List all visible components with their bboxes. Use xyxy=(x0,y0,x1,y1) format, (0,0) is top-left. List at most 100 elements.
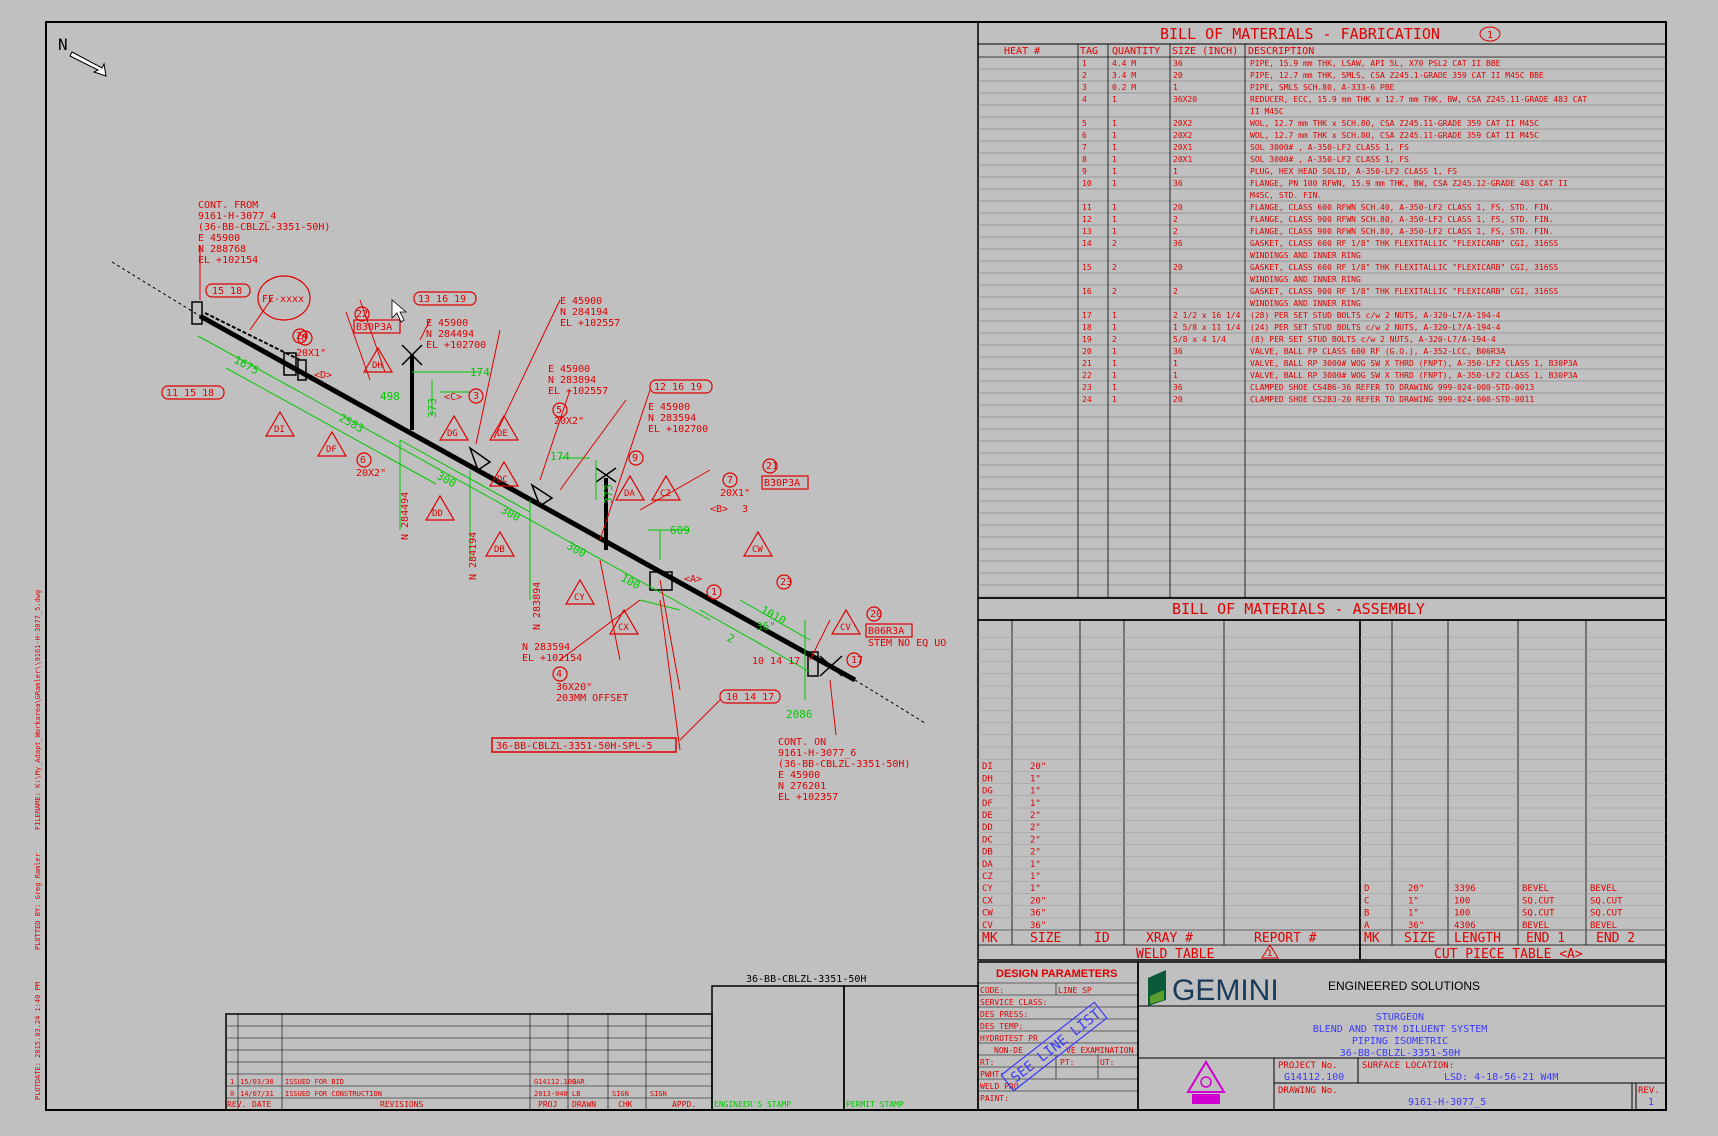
bom-fab-row: WINDINGS AND INNER RING xyxy=(1250,275,1361,284)
bubble-1: 1 xyxy=(711,587,717,598)
bom-fab-cell: 20 xyxy=(1173,71,1183,80)
svg-text:E 45900: E 45900 xyxy=(560,296,602,307)
bom-fab-cell: (28) PER SET STUD BOLTS c/w 2 NUTS, A-32… xyxy=(1250,311,1501,320)
cut-cell: 20" xyxy=(1408,884,1424,894)
bom-fab-cell: 36 xyxy=(1173,239,1183,248)
cut-cell: SQ.CUT xyxy=(1522,896,1555,906)
svg-text:E 45900: E 45900 xyxy=(426,318,468,329)
bom-fab-cell: 12 xyxy=(1082,215,1092,224)
bubble-4: 4 xyxy=(556,669,562,680)
svg-text:N 283594: N 283594 xyxy=(522,642,570,653)
bom-fab-cell: 1 xyxy=(1112,371,1117,380)
dim-609: 609 xyxy=(670,524,690,537)
bom-fab-cell: 4 xyxy=(1082,95,1087,104)
rev-label: REV. xyxy=(1638,1086,1660,1096)
bom-asm-title: BILL OF MATERIALS - ASSEMBLY xyxy=(1172,600,1425,618)
dim-300-c: 300 xyxy=(565,539,589,560)
drawing-no: 9161-H-3077_5 xyxy=(1408,1097,1486,1108)
weld-col-size: SIZE xyxy=(1030,931,1061,946)
bom-fab-cell: 7 xyxy=(1082,143,1087,152)
svg-text:EL +102700: EL +102700 xyxy=(648,424,708,435)
dim-2086: 2086 xyxy=(786,708,813,721)
cut-piece-table: D 20" 3396 BEVEL BEVEL C 1" 100 SQ.CUT SQ.CUT B 1" 1… xyxy=(1359,619,1667,962)
bom-fab-cell: 2 xyxy=(1112,287,1117,296)
bom-fab-row: WINDINGS AND INNER RING xyxy=(1250,251,1361,260)
spool-d: <D> xyxy=(314,370,332,381)
bom-fab-cell: 1 xyxy=(1112,395,1117,404)
revision-row: 0 14/07/31 ISSUED FOR CONSTRUCTION 2013-040… xyxy=(230,1090,667,1098)
cut-cell: 36" xyxy=(1408,921,1424,931)
cut-cell: 100 xyxy=(1454,909,1470,919)
bom-fab-cell: 2 1/2 x 16 1/4 xyxy=(1173,311,1241,320)
cont-on-block: CONT. ON 9161-H-3077_6 (36-BB-CBLZL-3351… xyxy=(778,737,910,803)
bubble-20: 20 xyxy=(870,609,882,620)
bom-fab-cell: PIPE, 15.9 mm THK, LSAW, API 5L, X70 PSL… xyxy=(1250,59,1501,68)
bom-fab-cell: 15 xyxy=(1082,263,1092,272)
client-logo-icon xyxy=(1186,1060,1226,1104)
bom-fab-cell: PIPE, 12.7 mm THK, SMLS, CSA Z245.1-GRAD… xyxy=(1250,71,1544,80)
svg-text:N 283594: N 283594 xyxy=(648,413,696,424)
cut-cell: 100 xyxy=(1454,896,1470,906)
field-pwht: PWHT: xyxy=(980,1070,1004,1079)
field-non-de: NON-DE xyxy=(994,1046,1023,1055)
bom-fab-row: 10 1 36 FLANGE, PN 100 RFWN, 15.9 mm THK, B… xyxy=(1082,179,1568,188)
revision-row: 1 15/03/30 ISSUED FOR BID G14112.100GAR xyxy=(230,1078,585,1086)
valve-b06r3a: B06R3A xyxy=(868,626,904,637)
bom-fab-row: II M45C xyxy=(1250,107,1284,116)
weld-mk: DD xyxy=(982,823,993,833)
spool-c: <C> xyxy=(444,392,462,403)
weld-row: DA 1" xyxy=(982,860,1041,870)
bom-fab-cell: 17 xyxy=(1082,311,1092,320)
bom-fab-cell: WINDINGS AND INNER RING xyxy=(1250,299,1361,308)
bubble-23: 23 xyxy=(780,577,792,588)
dim-300-b: 300 xyxy=(499,503,523,524)
bom-fab-row: 1 4.4 M 36 PIPE, 15.9 mm THK, LSAW, API 5L,… xyxy=(1082,59,1501,68)
bom-fab-cell: 36 xyxy=(1173,347,1183,356)
n-label-3: N 283894 xyxy=(532,582,543,630)
col-description: DESCRIPTION xyxy=(1248,46,1314,57)
field-code: CODE: xyxy=(980,986,1004,995)
bom-fab-cell: 1 xyxy=(1112,359,1117,368)
bom-fab-cell: (8) PER SET STUD BOLTS c/w 2 NUTS, A-320… xyxy=(1250,335,1496,344)
filename-text: FILENAME: K:\My_Adapt_Workarea\GRamler\\… xyxy=(34,590,42,830)
title-line-1: STURGEON xyxy=(1376,1012,1424,1023)
weld-cv: CV xyxy=(840,623,851,633)
rev-col-chk: CHK xyxy=(618,1100,633,1109)
bubble-12-16-19: 12 16 19 xyxy=(654,382,702,393)
bom-fab-row: 24 1 20 CLAMPED SHOE CS2B3-20 REFER TO DRAW… xyxy=(1082,395,1534,404)
n-label-1: N 284494 xyxy=(400,492,411,540)
weld-size: 2" xyxy=(1030,848,1041,858)
svg-text:N: N xyxy=(58,35,68,54)
weld-cz: CZ xyxy=(660,489,671,499)
cut-col-end2: END 2 xyxy=(1596,931,1635,946)
bom-fab-row: 15 2 20 GASKET, CLASS 600 RF 1/8" THK FLEXI… xyxy=(1082,263,1558,272)
bom-fab-cell: SOL 3000# , A-350-LF2 CLASS 1, FS xyxy=(1250,143,1409,152)
bom-fab-title: BILL OF MATERIALS - FABRICATION xyxy=(1160,25,1440,43)
title-line-2: BLEND AND TRIM DILUENT SYSTEM xyxy=(1313,1024,1488,1035)
bom-fab-cell: 5 xyxy=(1082,119,1087,128)
svg-text:(36-BB-CBLZL-3351-50H): (36-BB-CBLZL-3351-50H) xyxy=(778,759,910,770)
bom-fab-cell: 11 xyxy=(1082,203,1092,212)
field-des-temp: DES TEMP: xyxy=(980,1022,1023,1031)
weld-row: DD 2" xyxy=(982,823,1041,833)
bom-fab-row: 11 1 20 FLANGE, CLASS 600 RFWN SCH.40, A-35… xyxy=(1082,203,1553,212)
cut-col-mk: MK xyxy=(1364,931,1380,946)
weld-row: DF 1" xyxy=(982,799,1041,809)
bom-fab-cell: 5/8 x 4 1/4 xyxy=(1173,335,1226,344)
field-ut: UT: xyxy=(1100,1058,1114,1067)
coord-block-a: E 45900 N 284494 EL +102700 xyxy=(426,318,486,351)
weld-col-id: ID xyxy=(1094,931,1110,946)
bom-fab-cell: 1 xyxy=(1173,371,1178,380)
bom-fab-cell: 8 xyxy=(1082,155,1087,164)
bom-fab-row: 14 2 36 GASKET, CLASS 600 RF 1/8" THK FLEXI… xyxy=(1082,239,1558,248)
col-size: SIZE (INCH) xyxy=(1172,46,1238,57)
svg-text:EL +102154: EL +102154 xyxy=(522,653,582,664)
title-line-3: PIPING ISOMETRIC xyxy=(1352,1036,1448,1047)
bom-fab-row: 17 1 2 1/2 x 16 1/4 (28) PER SET STUD BOLTS… xyxy=(1082,311,1501,320)
weld-mk: CW xyxy=(982,909,993,919)
revision-cell: 1 xyxy=(230,1078,234,1086)
svg-text:E 45900: E 45900 xyxy=(198,233,240,244)
weld-table: DI 20" DH 1" DG 1" DF 1" DE 2" DD 2" DC 2" DB 2" DA 1" CZ 1… xyxy=(977,619,1361,962)
design-title: DESIGN PARAMETERS xyxy=(996,968,1117,980)
cut-cell: BEVEL xyxy=(1522,921,1549,931)
